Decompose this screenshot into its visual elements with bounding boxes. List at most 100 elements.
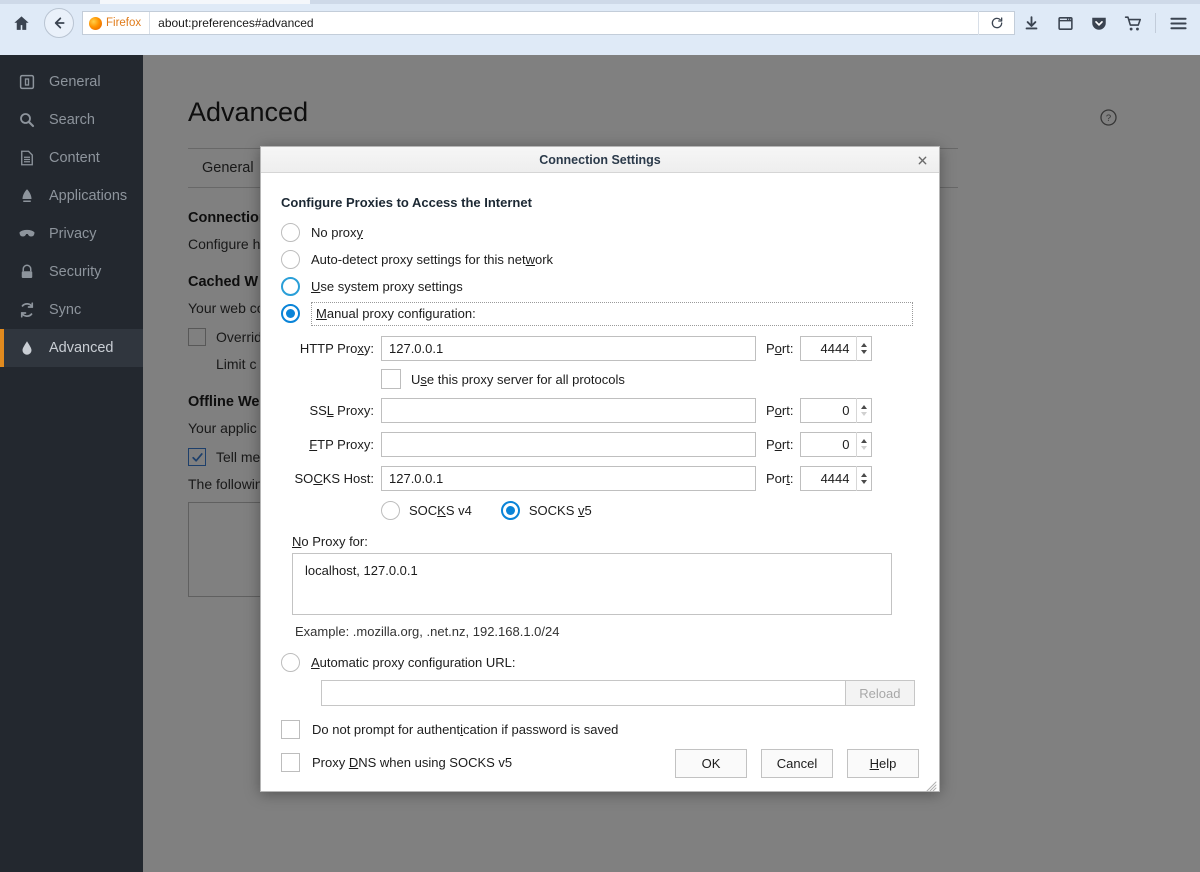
radio-auto-detect[interactable]: Auto-detect proxy settings for this netw… bbox=[281, 246, 915, 273]
checkbox-box bbox=[281, 720, 300, 739]
preferences-sidebar: General Search Content Applications Priv… bbox=[0, 55, 143, 872]
sidebar-item-applications[interactable]: Applications bbox=[0, 177, 143, 215]
sidebar-item-label: Privacy bbox=[49, 226, 97, 242]
radio-indicator bbox=[281, 250, 300, 269]
ssl-port-label: Port: bbox=[766, 403, 793, 418]
sidebar-item-label: Search bbox=[49, 112, 95, 128]
dialog-titlebar: Connection Settings bbox=[261, 147, 939, 173]
http-port-value[interactable]: 4444 bbox=[801, 341, 856, 356]
reload-icon[interactable] bbox=[978, 11, 1014, 35]
firefox-logo-icon bbox=[89, 17, 102, 30]
url-bar[interactable]: Firefox about:preferences#advanced bbox=[82, 11, 1015, 35]
url-text: about:preferences#advanced bbox=[150, 16, 313, 30]
spinner-arrows-icon[interactable] bbox=[856, 336, 871, 361]
socks-port-value[interactable]: 4444 bbox=[801, 471, 856, 486]
checkbox-box bbox=[281, 753, 300, 772]
cancel-button[interactable]: Cancel bbox=[761, 749, 833, 778]
sync-icon bbox=[16, 299, 38, 321]
sidebar-item-label: Advanced bbox=[49, 340, 114, 356]
radio-label: Use system proxy settings bbox=[311, 279, 463, 294]
advanced-icon bbox=[16, 337, 38, 359]
radio-auto-config-url[interactable]: Automatic proxy configuration URL: bbox=[281, 653, 915, 672]
ftp-proxy-row: FTP Proxy: Port: 0 bbox=[281, 432, 915, 457]
pocket-icon[interactable] bbox=[1083, 7, 1115, 39]
no-proxy-textarea[interactable]: localhost, 127.0.0.1 bbox=[292, 553, 892, 615]
sidebar-item-privacy[interactable]: Privacy bbox=[0, 215, 143, 253]
socks-host-input[interactable]: 127.0.0.1 bbox=[381, 466, 756, 491]
reload-pac-button[interactable]: Reload bbox=[846, 680, 915, 706]
radio-label: Automatic proxy configuration URL: bbox=[311, 655, 515, 670]
identity-label: Firefox bbox=[106, 17, 141, 29]
radio-socks-v5[interactable] bbox=[501, 501, 520, 520]
spinner-arrows-icon[interactable] bbox=[856, 432, 871, 457]
radio-indicator bbox=[281, 223, 300, 242]
cart-icon[interactable] bbox=[1117, 7, 1149, 39]
sidebar-item-general[interactable]: General bbox=[0, 63, 143, 101]
socks-host-label: SOCKS Host: bbox=[281, 471, 374, 486]
checkbox-box bbox=[381, 369, 401, 389]
sidebar-item-search[interactable]: Search bbox=[0, 101, 143, 139]
sidebar-item-label: Security bbox=[49, 264, 101, 280]
dialog-button-row: OK Cancel Help bbox=[675, 749, 919, 778]
ok-button[interactable]: OK bbox=[675, 749, 747, 778]
browser-chrome: Firefox about:preferences#advanced bbox=[0, 0, 1200, 55]
ssl-port-stepper[interactable]: 0 bbox=[800, 398, 872, 423]
back-button[interactable] bbox=[44, 8, 74, 38]
auto-config-url-row: Reload bbox=[321, 680, 915, 706]
socks-v4-label: SOCKS v4 bbox=[409, 503, 472, 518]
checkbox-label: Use this proxy server for all protocols bbox=[411, 372, 625, 387]
sidebar-item-sync[interactable]: Sync bbox=[0, 291, 143, 329]
back-arrow-icon bbox=[51, 15, 67, 31]
sidebar-item-advanced[interactable]: Advanced bbox=[0, 329, 143, 367]
sidebar-item-content[interactable]: Content bbox=[0, 139, 143, 177]
no-proxy-label: No Proxy for: bbox=[292, 534, 915, 549]
sidebar-item-label: Applications bbox=[49, 188, 127, 204]
no-proxy-example: Example: .mozilla.org, .net.nz, 192.168.… bbox=[295, 624, 915, 639]
socks-v5-label: SOCKS v5 bbox=[529, 503, 592, 518]
ssl-port-value[interactable]: 0 bbox=[801, 403, 856, 418]
socks-port-label: Port: bbox=[766, 471, 793, 486]
navigation-toolbar: Firefox about:preferences#advanced bbox=[0, 4, 1200, 42]
radio-indicator bbox=[281, 277, 300, 296]
downloads-icon[interactable] bbox=[1015, 7, 1047, 39]
help-button[interactable]: Help bbox=[847, 749, 919, 778]
radio-socks-v4[interactable] bbox=[381, 501, 400, 520]
ftp-port-stepper[interactable]: 0 bbox=[800, 432, 872, 457]
spinner-arrows-icon[interactable] bbox=[856, 398, 871, 423]
sidebar-icon[interactable] bbox=[1049, 7, 1081, 39]
privacy-mask-icon bbox=[16, 223, 38, 245]
no-auth-prompt-checkbox[interactable]: Do not prompt for authentication if pass… bbox=[281, 720, 915, 739]
close-icon[interactable] bbox=[911, 147, 933, 173]
radio-manual-proxy[interactable]: Manual proxy configuration: bbox=[281, 300, 915, 327]
ftp-proxy-input[interactable] bbox=[381, 432, 756, 457]
general-icon bbox=[16, 71, 38, 93]
identity-box[interactable]: Firefox bbox=[83, 12, 150, 34]
socks-version-group: SOCKS v4 SOCKS v5 bbox=[381, 501, 915, 520]
checkbox-label: Do not prompt for authentication if pass… bbox=[312, 722, 618, 737]
ftp-proxy-label: FTP Proxy: bbox=[281, 437, 374, 452]
search-icon bbox=[16, 109, 38, 131]
home-icon[interactable] bbox=[4, 6, 38, 40]
radio-label: Auto-detect proxy settings for this netw… bbox=[311, 252, 553, 267]
proxy-group-title: Configure Proxies to Access the Internet bbox=[281, 195, 915, 210]
dialog-title: Connection Settings bbox=[539, 153, 661, 167]
toolbar-icon-group bbox=[1015, 7, 1200, 39]
ssl-proxy-row: SSL Proxy: Port: 0 bbox=[281, 398, 915, 423]
all-protocols-checkbox[interactable]: Use this proxy server for all protocols bbox=[381, 369, 915, 389]
http-proxy-input[interactable]: 127.0.0.1 bbox=[381, 336, 756, 361]
menu-icon[interactable] bbox=[1162, 7, 1194, 39]
http-port-label: Port: bbox=[766, 341, 793, 356]
ftp-port-value[interactable]: 0 bbox=[801, 437, 856, 452]
spinner-arrows-icon[interactable] bbox=[856, 466, 871, 491]
http-port-stepper[interactable]: 4444 bbox=[800, 336, 872, 361]
sidebar-item-label: Sync bbox=[49, 302, 81, 318]
resize-grip-icon[interactable] bbox=[925, 779, 937, 791]
sidebar-item-security[interactable]: Security bbox=[0, 253, 143, 291]
radio-no-proxy[interactable]: No proxy bbox=[281, 219, 915, 246]
socks-port-stepper[interactable]: 4444 bbox=[800, 466, 872, 491]
radio-system-proxy[interactable]: Use system proxy settings bbox=[281, 273, 915, 300]
auto-config-url-input[interactable] bbox=[321, 680, 846, 706]
ssl-proxy-input[interactable] bbox=[381, 398, 756, 423]
radio-indicator bbox=[281, 304, 300, 323]
sidebar-item-label: Content bbox=[49, 150, 100, 166]
